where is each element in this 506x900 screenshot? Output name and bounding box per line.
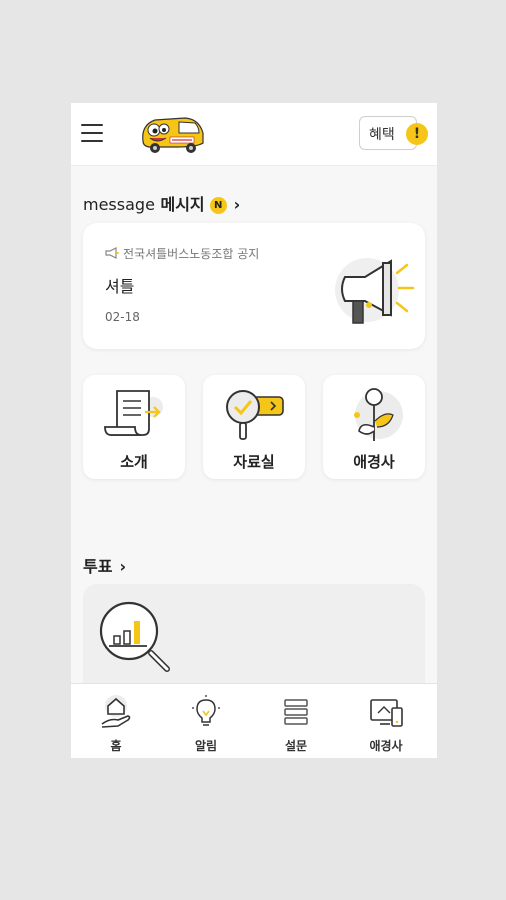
nav-events[interactable]: 애경사	[341, 684, 431, 758]
search-chart-icon	[99, 601, 170, 672]
notice-card[interactable]: 전국셔틀버스노동조합 공지 셔틀 02-18	[83, 223, 425, 349]
chevron-right-icon: ›	[119, 557, 127, 576]
bottom-navigation: 홈 알림 설문 애경사	[71, 683, 437, 758]
notice-date: 02-18	[105, 310, 140, 324]
tile-archive-label: 자료실	[233, 453, 275, 471]
survey-stack-icon	[284, 699, 308, 725]
message-title-korean: 메시지	[160, 195, 205, 214]
lightbulb-icon	[192, 695, 220, 726]
magnifier-check-icon	[226, 390, 284, 440]
flower-icon	[354, 388, 403, 441]
tile-events[interactable]: 애경사	[323, 375, 425, 479]
message-title-latin: message	[83, 195, 155, 214]
message-section-link[interactable]: message 메시지 N ›	[83, 191, 240, 215]
nav-home-label: 홈	[110, 739, 122, 753]
home-hand-icon	[101, 695, 131, 728]
nav-events-label: 애경사	[369, 739, 403, 753]
app-screen: 혜택 ! message 메시지 N › 전국셔틀버스노동조합 공지 셔틀 02-1…	[71, 103, 437, 758]
vote-title: 투표	[83, 557, 113, 576]
small-megaphone-icon	[105, 247, 119, 259]
vote-section-link[interactable]: 투표 ›	[83, 553, 126, 577]
new-badge: N	[209, 197, 227, 214]
bus-mascot-logo[interactable]	[137, 111, 207, 156]
megaphone-icon	[335, 258, 415, 324]
tile-intro-label: 소개	[120, 453, 148, 471]
notice-source: 전국셔틀버스노동조합 공지	[105, 245, 259, 262]
nav-survey[interactable]: 설문	[251, 684, 341, 758]
notice-title: 셔틀	[105, 277, 135, 296]
vote-card[interactable]	[83, 584, 425, 694]
tile-events-label: 애경사	[353, 453, 395, 471]
document-list-icon	[104, 390, 163, 436]
nav-alerts-label: 알림	[194, 739, 218, 753]
nav-alerts[interactable]: 알림	[161, 684, 251, 758]
alert-badge-icon: !	[406, 123, 428, 145]
benefit-button[interactable]: 혜택 !	[359, 116, 428, 150]
chevron-right-icon: ›	[233, 195, 241, 214]
tile-intro[interactable]: 소개	[83, 375, 185, 479]
hamburger-menu-icon[interactable]	[81, 124, 103, 144]
benefit-label: 혜택	[369, 127, 395, 143]
top-bar: 혜택 !	[71, 103, 437, 166]
nav-survey-label: 설문	[284, 739, 308, 753]
nav-home[interactable]: 홈	[71, 684, 161, 758]
monitor-device-icon	[370, 699, 403, 727]
tile-archive[interactable]: 자료실	[203, 375, 305, 479]
notice-source-text: 전국셔틀버스노동조합 공지	[123, 247, 260, 261]
